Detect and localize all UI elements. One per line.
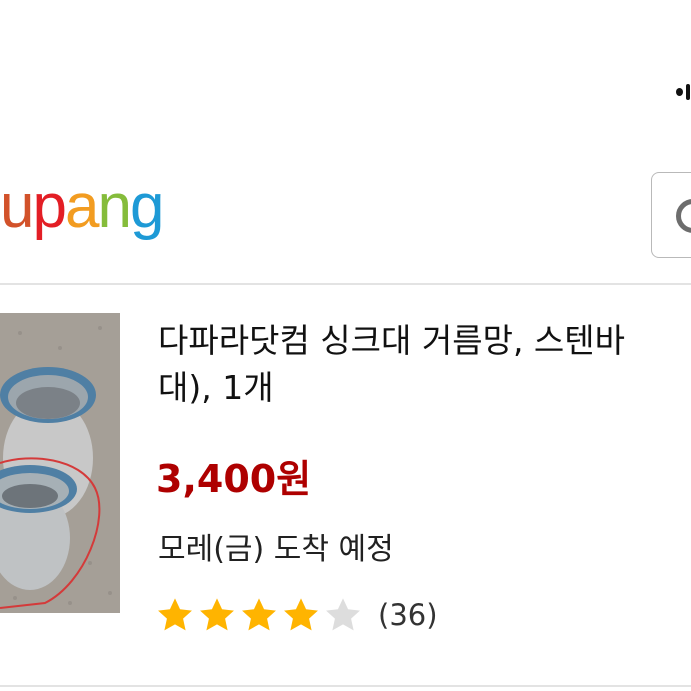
rating-stars	[156, 596, 366, 634]
star-filled-icon	[242, 598, 276, 631]
delivery-estimate: 모레(금) 도착 예정	[158, 532, 394, 567]
logo-letter: u	[0, 172, 35, 241]
product-title-line: 대), 1개	[158, 368, 274, 407]
search-icon	[676, 199, 691, 233]
review-count[interactable]: (36)	[378, 598, 438, 632]
divider	[0, 283, 691, 285]
product-title-line: 다파라닷컴 싱크대 거름망, 스텐바	[158, 321, 625, 360]
coupang-logo[interactable]: upang	[0, 172, 165, 241]
logo-letter: a	[64, 172, 100, 241]
status-indicator-icon	[676, 84, 691, 100]
logo-letter: g	[129, 172, 165, 241]
search-button[interactable]	[651, 172, 691, 258]
product-image[interactable]	[0, 313, 120, 613]
logo-letter: p	[32, 172, 67, 241]
logo-letter: n	[97, 172, 132, 241]
divider	[0, 685, 691, 687]
product-price: 3,400원	[156, 457, 312, 501]
product-title[interactable]: 다파라닷컴 싱크대 거름망, 스텐바 대), 1개	[158, 317, 691, 411]
star-empty-icon	[326, 598, 360, 631]
star-filled-icon	[284, 598, 318, 631]
star-filled-icon	[200, 598, 234, 631]
product-rating: (36)	[156, 593, 438, 637]
star-filled-icon	[158, 598, 192, 631]
